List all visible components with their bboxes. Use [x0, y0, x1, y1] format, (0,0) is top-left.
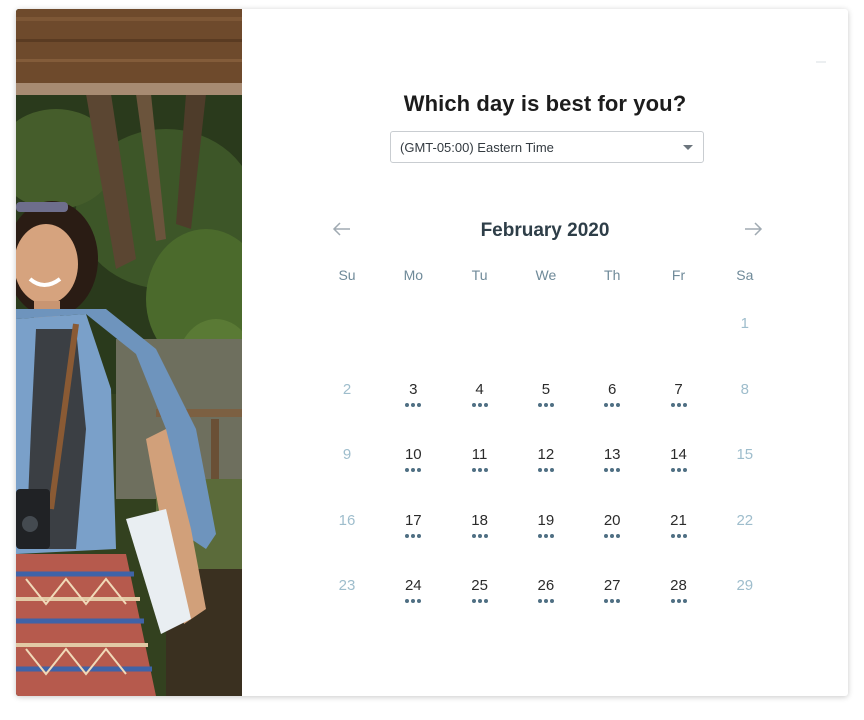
- day-number: 26: [537, 577, 555, 594]
- day-number: 11: [471, 446, 488, 463]
- host-photo: [16, 9, 242, 696]
- calendar-day-available[interactable]: 27: [584, 571, 640, 615]
- availability-dots-icon: [452, 402, 508, 407]
- day-number: 21: [670, 511, 687, 529]
- day-number: 20: [603, 511, 621, 529]
- calendar-day-available[interactable]: 14: [651, 440, 707, 484]
- calendar-day-unavailable: 2: [319, 375, 375, 419]
- availability-dots-icon: [584, 533, 640, 538]
- booking-panel: Which day is best for you? (GMT-05:00) E…: [242, 9, 848, 696]
- day-number: 15: [736, 446, 754, 463]
- calendar-day-available[interactable]: 3: [385, 375, 441, 419]
- day-number: 27: [603, 577, 621, 594]
- calendar-day-unavailable: 29: [717, 571, 773, 615]
- calendar-day-unavailable: 9: [319, 440, 375, 484]
- scheduler-card: Which day is best for you? (GMT-05:00) E…: [16, 9, 848, 696]
- day-number: 4: [475, 380, 484, 398]
- close-icon[interactable]: [816, 61, 826, 63]
- day-number: 5: [541, 380, 551, 398]
- day-number: 1: [740, 315, 749, 332]
- calendar-day-available[interactable]: 6: [584, 375, 640, 419]
- weekday-label: Sa: [736, 267, 754, 283]
- calendar-day-unavailable: 1: [717, 309, 773, 353]
- day-number: 10: [404, 446, 422, 463]
- next-month-button[interactable]: [741, 217, 765, 241]
- calendar-day-available[interactable]: 5: [518, 375, 574, 419]
- weekday-label: We: [535, 267, 557, 283]
- calendar-day-available[interactable]: 10: [385, 440, 441, 484]
- availability-dots-icon: [452, 533, 508, 538]
- calendar-day-available[interactable]: 12: [518, 440, 574, 484]
- day-number: 22: [736, 511, 754, 529]
- calendar-day-available[interactable]: 13: [584, 440, 640, 484]
- timezone-selected-value: (GMT-05:00) Eastern Time: [400, 140, 554, 155]
- availability-dots-icon: [518, 468, 574, 472]
- calendar-day-available[interactable]: 11: [452, 440, 508, 484]
- calendar-day-available[interactable]: 26: [518, 571, 574, 615]
- day-number: 3: [409, 380, 418, 398]
- day-number: 12: [537, 446, 555, 463]
- day-number: 9: [342, 446, 352, 463]
- day-number: 24: [404, 577, 422, 594]
- calendar-day-available[interactable]: 7: [651, 375, 707, 419]
- calendar-day-available[interactable]: 18: [452, 506, 508, 550]
- arrow-right-icon: [745, 222, 763, 236]
- calendar-day-unavailable: 23: [319, 571, 375, 615]
- availability-dots-icon: [385, 402, 441, 407]
- page-title: Which day is best for you?: [403, 91, 687, 116]
- calendar-day-available[interactable]: 28: [651, 571, 707, 615]
- availability-dots-icon: [452, 599, 508, 603]
- day-number: 13: [603, 446, 621, 463]
- availability-dots-icon: [385, 533, 441, 538]
- weekday-label: Fr: [671, 267, 686, 283]
- availability-dots-icon: [518, 402, 574, 407]
- day-number: 2: [342, 380, 352, 398]
- availability-dots-icon: [385, 468, 441, 472]
- availability-dots-icon: [651, 599, 707, 603]
- weekday-label: Su: [338, 267, 356, 283]
- day-number: 17: [404, 511, 422, 529]
- calendar-day-unavailable: 8: [717, 375, 773, 419]
- calendar-day-unavailable: 22: [717, 506, 773, 550]
- day-number: 28: [670, 577, 687, 594]
- calendar-day-available[interactable]: 24: [385, 571, 441, 615]
- day-number: 29: [736, 577, 754, 594]
- calendar-day-available[interactable]: 25: [452, 571, 508, 615]
- availability-dots-icon: [518, 533, 574, 538]
- availability-dots-icon: [651, 468, 707, 472]
- availability-dots-icon: [584, 599, 640, 603]
- availability-dots-icon: [518, 599, 574, 603]
- day-number: 23: [338, 577, 356, 594]
- day-number: 19: [537, 511, 555, 529]
- day-number: 25: [471, 577, 488, 594]
- calendar-day-available[interactable]: 20: [584, 506, 640, 550]
- day-number: 7: [674, 380, 683, 398]
- availability-dots-icon: [651, 402, 707, 407]
- calendar-day-available[interactable]: 4: [452, 375, 508, 419]
- calendar-day-available[interactable]: 19: [518, 506, 574, 550]
- weekday-label: Th: [604, 267, 621, 283]
- availability-dots-icon: [584, 402, 640, 407]
- weekday-label: Mo: [403, 267, 424, 283]
- availability-dots-icon: [584, 468, 640, 472]
- day-number: 6: [608, 380, 617, 398]
- availability-dots-icon: [452, 468, 508, 472]
- day-number: 18: [471, 511, 488, 529]
- day-number: 8: [740, 380, 749, 398]
- weekday-label: Tu: [471, 267, 488, 283]
- availability-dots-icon: [651, 533, 707, 538]
- calendar-day-unavailable: 16: [319, 506, 375, 550]
- timezone-select[interactable]: (GMT-05:00) Eastern Time: [390, 131, 704, 163]
- caret-down-icon: [683, 145, 693, 150]
- availability-dots-icon: [385, 599, 441, 603]
- day-number: 16: [338, 511, 356, 529]
- calendar-day-unavailable: 15: [717, 440, 773, 484]
- day-number: 14: [670, 446, 687, 463]
- calendar-day-available[interactable]: 17: [385, 506, 441, 550]
- calendar-day-available[interactable]: 21: [651, 506, 707, 550]
